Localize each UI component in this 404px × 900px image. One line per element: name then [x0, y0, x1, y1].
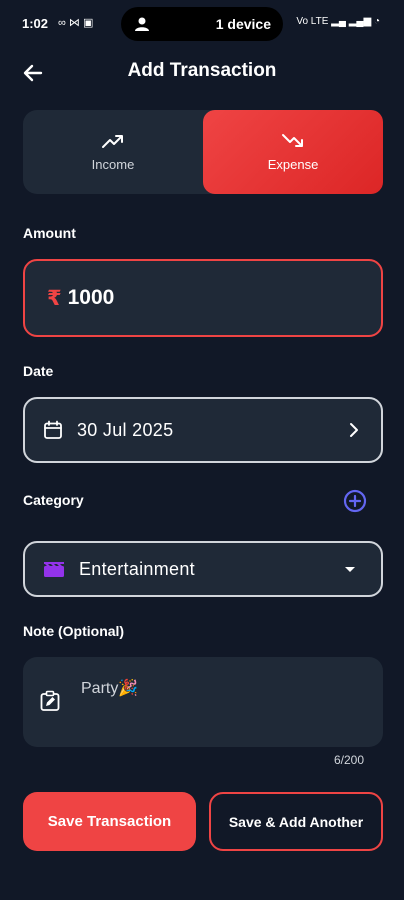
date-picker[interactable]: 30 Jul 2025 — [23, 397, 383, 463]
dynamic-island: 1 device — [121, 7, 283, 41]
add-category-icon[interactable] — [343, 489, 367, 513]
category-label: Category — [23, 492, 84, 508]
income-label: Income — [91, 156, 135, 172]
calendar-icon — [44, 420, 62, 439]
edit-note-icon — [40, 690, 60, 711]
income-tab[interactable]: Income — [23, 110, 203, 194]
trending-down-icon — [282, 133, 303, 147]
amount-value: 1000 — [67, 286, 115, 309]
save-and-add-another-button[interactable]: Save & Add Another — [209, 792, 383, 851]
date-label: Date — [23, 363, 54, 379]
signal-battery-icons: Vo LTE ▂▄ ▂▄▆ ◔ — [296, 16, 380, 27]
save-transaction-button[interactable]: Save Transaction — [23, 792, 196, 851]
amount-input[interactable]: ₹ 1000 — [23, 259, 383, 337]
expense-tab[interactable]: Expense — [203, 110, 383, 194]
rupee-icon: ₹ — [47, 286, 62, 310]
status-bar: 1:02 ∞ ⋈ ▣ 1 device Vo LTE ▂▄ ▂▄▆ ◔ — [0, 0, 404, 48]
note-label: Note (Optional) — [23, 623, 125, 639]
note-value: Party🎉 — [81, 680, 139, 697]
category-value: Entertainment — [79, 558, 195, 579]
chevron-right-icon — [350, 423, 358, 437]
dropdown-arrow-icon — [345, 567, 355, 572]
page-title: Add Transaction — [127, 60, 277, 81]
trending-up-icon — [102, 134, 123, 148]
expense-label: Expense — [267, 156, 319, 172]
note-input[interactable]: Party🎉 — [23, 657, 383, 747]
character-counter: 6/200 — [333, 753, 364, 767]
device-count: 1 device — [215, 16, 271, 32]
category-select[interactable]: Entertainment — [23, 541, 383, 597]
date-value: 30 Jul 2025 — [77, 419, 174, 440]
person-icon — [135, 17, 149, 31]
notification-icons: ∞ ⋈ ▣ — [58, 17, 94, 29]
status-time: 1:02 — [22, 16, 49, 31]
transaction-type-toggle: Income Expense — [23, 110, 383, 194]
amount-label: Amount — [23, 225, 76, 241]
clapperboard-icon — [44, 562, 64, 577]
